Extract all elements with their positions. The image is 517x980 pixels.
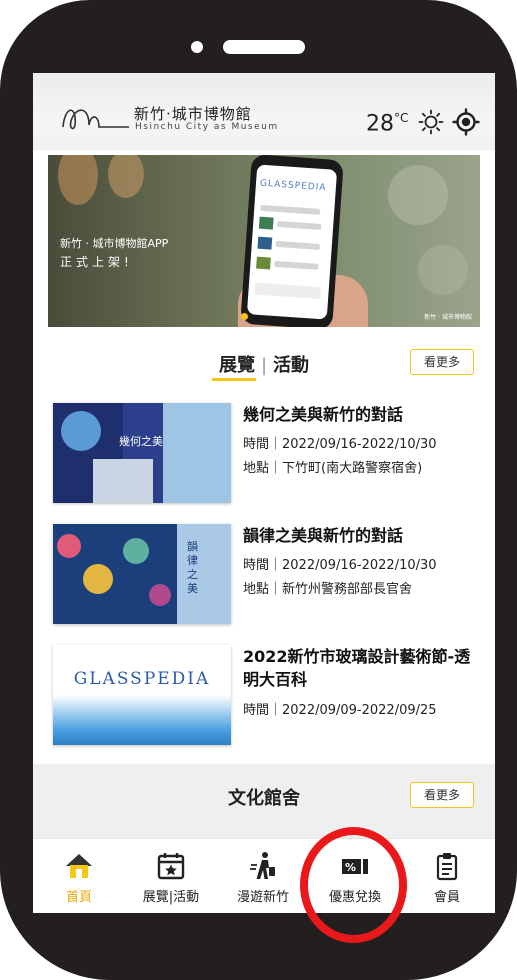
mockup-row [275, 240, 320, 250]
phone-mockup-screen: GLASSPEDIA [246, 164, 338, 320]
thumb-shape [123, 538, 149, 564]
event-item[interactable]: GLASSPEDIA 2022新竹市玻璃設計藝術節-透明大百科 時間｜2022/… [53, 645, 483, 745]
nav-member[interactable]: 會員 [401, 839, 493, 913]
thumb-shape [83, 564, 113, 594]
mockup-title: GLASSPEDIA [259, 178, 327, 194]
thumb-title: GLASSPEDIA [73, 669, 211, 689]
carousel-dot[interactable] [241, 313, 248, 320]
event-time: 時間｜2022/09/16-2022/10/30 [243, 437, 437, 452]
nav-member-label: 會員 [433, 890, 460, 905]
app-subtitle: Hsinchu City as Museum [135, 122, 279, 132]
nav-home[interactable]: 首頁 [33, 839, 125, 913]
nav-exhibitions[interactable]: 展覽|活動 [125, 839, 217, 913]
events-section-header: 展覽 | 活動 看更多 [33, 345, 495, 385]
event-time: 時間｜2022/09/16-2022/10/30 [243, 558, 437, 573]
app-screen: 新竹·城市博物館 Hsinchu City as Museum 28°C 新竹 … [33, 73, 495, 913]
temperature-value: 28 [366, 111, 394, 137]
culture-section-header: 文化館舍 看更多 [33, 778, 495, 818]
promo-banner[interactable]: 新竹 · 城市博物館APP 正式上架! GLASSPEDIA 新竹 · 城市博物… [48, 155, 480, 327]
calendar-star-icon [157, 853, 185, 880]
mockup-row [260, 204, 321, 215]
events-more-button[interactable]: 看更多 [410, 349, 474, 375]
thumb-shape [61, 411, 101, 451]
app-header: 新竹·城市博物館 Hsinchu City as Museum 28°C [33, 73, 495, 150]
speaker-bar [223, 40, 305, 54]
thumb-title: 幾何之美 [119, 435, 163, 448]
bokeh-light [388, 165, 448, 225]
bokeh-light [418, 245, 468, 295]
event-thumbnail: 幾何之美 [53, 403, 231, 503]
mockup-thumb [258, 216, 274, 230]
event-title: 韻律之美與新竹的對話 [243, 526, 404, 545]
event-title: 2022新竹市玻璃設計藝術節-透明大百科 [243, 647, 471, 689]
camera-dot [191, 41, 203, 53]
home-icon [66, 854, 92, 878]
nav-exhibitions-label: 展覽|活動 [142, 890, 200, 905]
banner-credit: 新竹 · 城市博物館 [424, 314, 472, 321]
thumb-shape [163, 403, 231, 503]
event-time: 時間｜2022/09/09-2022/09/25 [243, 703, 437, 718]
highlight-circle [300, 827, 407, 943]
nav-explore-label: 漫遊新竹 [236, 890, 289, 905]
thumb-shape [93, 459, 153, 503]
sun-icon[interactable] [418, 109, 444, 135]
temperature-unit: °C [394, 111, 409, 125]
event-thumbnail: GLASSPEDIA [53, 645, 231, 745]
thumb-shape [149, 584, 171, 606]
nav-explore[interactable]: 漫遊新竹 [217, 839, 309, 913]
mockup-thumb [256, 256, 271, 270]
mockup-thumb [257, 236, 273, 250]
event-title: 幾何之美與新竹的對話 [243, 405, 404, 424]
thumb-shape [177, 524, 231, 624]
event-place: 地點｜下竹町(南大路警察宿舍) [243, 461, 423, 476]
tab-exhibitions[interactable]: 展覽 [219, 355, 255, 376]
nav-home-label: 首頁 [65, 890, 92, 905]
active-tab-indicator [212, 378, 256, 381]
mockup-row [274, 260, 319, 270]
thumb-title: 韻律之美 [187, 540, 198, 595]
locate-icon[interactable] [452, 108, 480, 136]
mockup-row [277, 220, 322, 230]
traveler-icon [250, 852, 275, 879]
thumb-shape [57, 534, 81, 558]
tab-separator: | [260, 355, 268, 376]
phone-frame: 新竹·城市博物館 Hsinchu City as Museum 28°C 新竹 … [0, 0, 517, 980]
event-item[interactable]: 幾何之美 幾何之美與新竹的對話 時間｜2022/09/16-2022/10/30… [53, 403, 483, 503]
member-clipboard-icon [436, 853, 458, 881]
app-title: 新竹·城市博物館 [134, 105, 252, 123]
event-place: 地點｜新竹州警務部部長官舍 [243, 582, 413, 597]
bokeh-light [58, 155, 98, 205]
mockup-row [254, 282, 321, 300]
bokeh-light [108, 155, 144, 198]
tab-activities[interactable]: 活動 [273, 355, 309, 376]
phone-mockup: GLASSPEDIA [240, 155, 344, 327]
culture-more-button[interactable]: 看更多 [410, 782, 474, 808]
thumb-shape [53, 695, 231, 745]
city-logo-icon [62, 109, 129, 130]
temperature: 28°C [366, 111, 408, 136]
event-thumbnail: 韻律之美 [53, 524, 231, 624]
bottom-nav: 首頁 展覽|活動 漫遊新竹 % 優惠兌換 會員 [33, 838, 495, 913]
event-item[interactable]: 韻律之美 韻律之美與新竹的對話 時間｜2022/09/16-2022/10/30… [53, 524, 483, 624]
banner-headline: 新竹 · 城市博物館APP [60, 237, 169, 250]
banner-subline: 正式上架! [60, 255, 133, 269]
